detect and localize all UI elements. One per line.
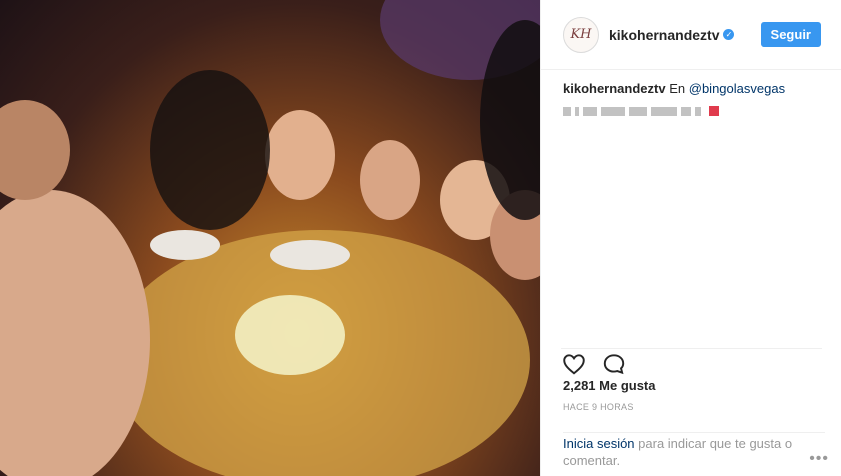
follow-button[interactable]: Seguir bbox=[760, 22, 821, 47]
caption-prefix: En bbox=[669, 81, 686, 96]
login-prompt: Inicia sesión para indicar que te gusta … bbox=[563, 432, 825, 469]
login-link[interactable]: Inicia sesión bbox=[563, 436, 635, 451]
action-bar bbox=[561, 348, 822, 377]
post-header: KH kikohernandeztv ✓ Seguir bbox=[541, 0, 841, 70]
post-photo[interactable] bbox=[0, 0, 540, 476]
like-count[interactable]: 2,281 Me gusta bbox=[563, 378, 656, 393]
photo-flowers-blob bbox=[235, 295, 345, 375]
photo-person-blob bbox=[265, 110, 335, 200]
photo-plates-blob bbox=[270, 240, 350, 270]
photo-plates-blob bbox=[150, 230, 220, 260]
caption-username[interactable]: kikohernandeztv bbox=[563, 81, 666, 96]
avatar[interactable]: KH bbox=[563, 16, 599, 53]
post-sidebar: KH kikohernandeztv ✓ Seguir kikohernande… bbox=[540, 0, 841, 476]
post-timestamp[interactable]: HACE 9 HORAS bbox=[563, 402, 634, 412]
photo-person-blob bbox=[0, 190, 150, 476]
comment-bubble-icon[interactable] bbox=[601, 351, 627, 377]
header-username[interactable]: kikohernandeztv bbox=[609, 27, 719, 43]
like-heart-icon[interactable] bbox=[561, 351, 587, 377]
caption-location-link[interactable]: @bingolasvegas bbox=[689, 81, 785, 96]
more-options-icon[interactable]: ••• bbox=[809, 450, 829, 468]
heart-emoji-icon bbox=[709, 106, 719, 116]
photo-shadow-blob bbox=[150, 70, 270, 230]
photo-person-blob bbox=[0, 100, 70, 200]
redacted-caption-text bbox=[563, 104, 821, 118]
caption: kikohernandeztv En @bingolasvegas bbox=[541, 70, 841, 118]
photo-person-blob bbox=[360, 140, 420, 220]
instagram-post: KH kikohernandeztv ✓ Seguir kikohernande… bbox=[0, 0, 841, 476]
verified-badge-icon: ✓ bbox=[723, 29, 735, 40]
